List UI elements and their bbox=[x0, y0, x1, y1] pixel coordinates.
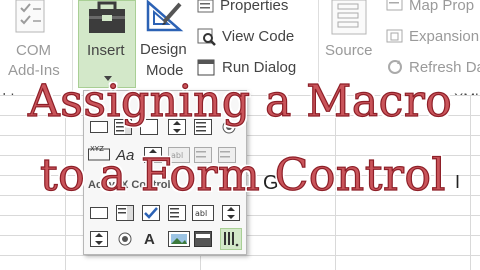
design-mode-icon bbox=[146, 0, 184, 39]
activex-checkbox-control[interactable] bbox=[142, 205, 160, 221]
view-code-icon bbox=[197, 28, 217, 51]
activex-label-control[interactable]: A bbox=[144, 231, 162, 248]
text-cursor-icon: I bbox=[455, 172, 461, 192]
activex-text-box-control[interactable]: abl bbox=[192, 205, 214, 221]
run-dialog-button[interactable]: Run Dialog bbox=[222, 59, 296, 76]
com-addins-label-1[interactable]: COM bbox=[16, 42, 51, 59]
svg-text:abl: abl bbox=[195, 209, 207, 218]
activex-spin-button-control[interactable] bbox=[90, 231, 108, 247]
toolbox-icon bbox=[87, 1, 127, 42]
expansion-packs-icon bbox=[386, 28, 404, 49]
activex-option-button-control[interactable] bbox=[116, 231, 134, 247]
insert-label: Insert bbox=[87, 42, 125, 59]
activex-more-controls-button[interactable] bbox=[220, 228, 242, 250]
design-mode-label-1[interactable]: Design bbox=[140, 41, 187, 58]
view-code-button[interactable]: View Code bbox=[222, 28, 294, 45]
activex-scroll-bar-control[interactable] bbox=[222, 205, 240, 221]
video-title-line-1: Assigning a Macro bbox=[27, 75, 453, 127]
column-divider bbox=[470, 95, 471, 270]
more-controls-icon bbox=[224, 232, 239, 247]
insert-controls-button[interactable]: Insert bbox=[78, 0, 136, 88]
source-button[interactable]: Source bbox=[325, 42, 373, 59]
com-addins-icon bbox=[14, 0, 48, 43]
activex-toggle-button-control[interactable] bbox=[194, 231, 212, 247]
activex-command-button-control[interactable] bbox=[90, 207, 108, 219]
properties-button[interactable]: Properties bbox=[220, 0, 288, 14]
map-properties-button[interactable]: Map Prop bbox=[409, 0, 474, 14]
activex-combo-box-control[interactable] bbox=[116, 205, 134, 221]
xml-source-icon bbox=[330, 0, 370, 41]
map-properties-icon bbox=[386, 0, 404, 17]
properties-icon bbox=[197, 0, 215, 19]
video-title-line-2: to a Form Control bbox=[39, 149, 447, 201]
activex-list-box-control[interactable] bbox=[168, 205, 186, 221]
refresh-data-button[interactable]: Refresh Da bbox=[409, 59, 480, 76]
activex-image-control[interactable] bbox=[168, 231, 190, 247]
expansion-packs-button[interactable]: Expansion bbox=[409, 28, 479, 45]
